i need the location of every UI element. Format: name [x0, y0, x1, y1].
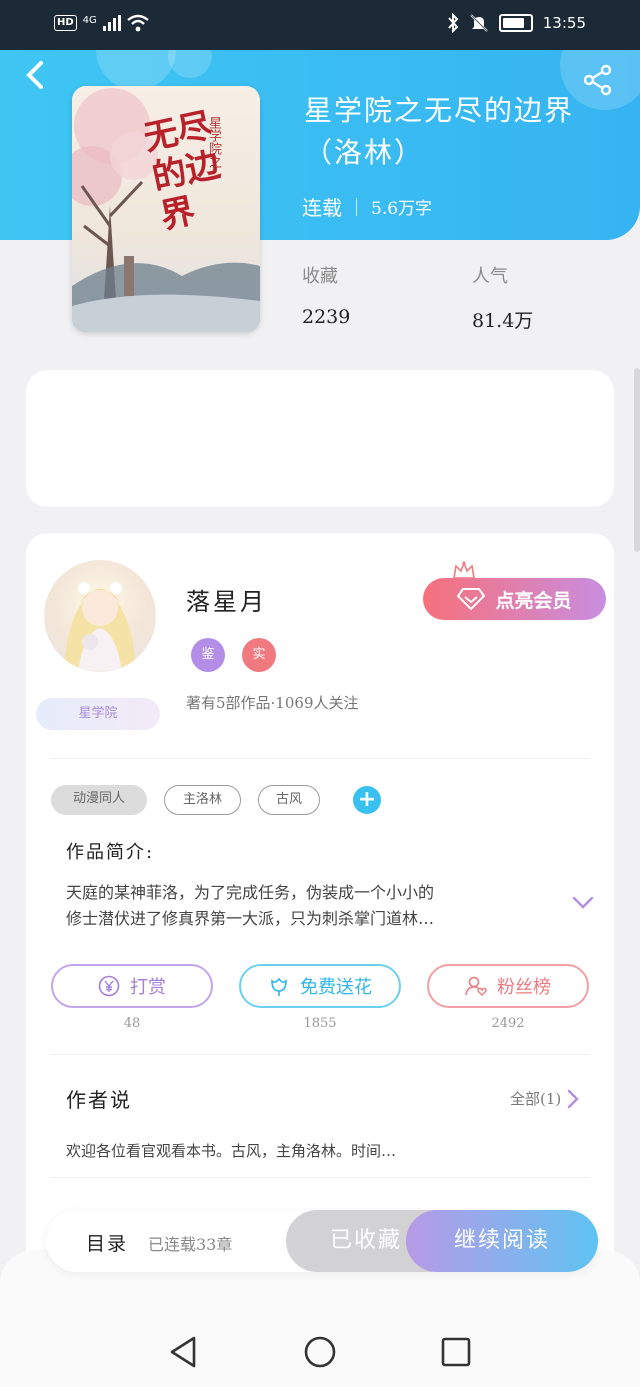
diamond-icon — [457, 588, 486, 611]
author-name[interactable]: 落星月 — [186, 582, 267, 617]
chevron-right-icon — [568, 1089, 579, 1108]
reward-button[interactable]: 打赏 — [51, 964, 213, 1008]
flower-icon — [271, 977, 287, 996]
wifi-icon — [127, 14, 149, 32]
add-tag-button[interactable]: + — [353, 786, 381, 814]
chevron-left-icon — [26, 61, 43, 89]
divider — [50, 1177, 590, 1178]
reward-label: 打赏 — [130, 977, 166, 998]
badge-jian: 鉴 — [191, 638, 225, 672]
word-count: 5.6万字 — [371, 199, 433, 219]
battery-fill — [502, 18, 525, 28]
chevron-down-icon[interactable] — [572, 896, 594, 910]
serial-status: 连载 — [302, 196, 342, 220]
bluetooth-icon — [448, 13, 459, 33]
badge-shi: 实 — [242, 638, 276, 672]
clock: 13:55 — [542, 14, 586, 32]
author-say-title: 作者说 — [66, 1088, 132, 1112]
mute-bell-icon — [470, 14, 488, 32]
book-meta: 连载 5.6万字 — [302, 192, 432, 221]
back-button[interactable] — [24, 60, 50, 94]
user-heart-icon — [465, 976, 487, 996]
collect-label: 收藏 — [302, 266, 338, 287]
popularity-label: 人气 — [472, 266, 508, 287]
flower-button[interactable]: 免费送花 — [239, 964, 401, 1008]
view-all-label: 全部(1) — [510, 1090, 562, 1108]
reward-count: 48 — [123, 1016, 141, 1031]
empty-card — [26, 370, 614, 507]
book-title: 星学院之无尽的边界（洛林） — [304, 94, 575, 169]
book-cover[interactable]: 星学院之 无尽的边界 — [72, 86, 260, 332]
meta-divider — [356, 197, 357, 216]
fans-button[interactable]: 粉丝榜 — [427, 964, 589, 1008]
decor-bubble — [168, 50, 212, 78]
fans-label: 粉丝榜 — [497, 977, 551, 998]
tag-item[interactable]: 主洛林 — [164, 785, 241, 815]
nav-back-icon[interactable] — [166, 1334, 202, 1370]
intro-line: 天庭的某神菲洛，为了完成任务，伪装成一个小小的 — [66, 883, 435, 902]
avatar[interactable] — [44, 560, 156, 672]
crown-icon — [453, 560, 475, 579]
signal-icon — [102, 15, 121, 31]
author-works-info: 著有5部作品·1069人关注 — [186, 694, 359, 712]
yen-coin-icon — [98, 975, 120, 997]
author-say-text[interactable]: 欢迎各位看官观看本书。古风，主角洛林。时间… — [66, 1140, 396, 1161]
continue-reading-button[interactable]: 继续阅读 — [406, 1210, 598, 1272]
collect-value: 2239 — [302, 306, 351, 328]
network-label: 4G — [82, 14, 97, 26]
flower-label: 免费送花 — [300, 977, 372, 998]
intro-text: 天庭的某神菲洛，为了完成任务，伪装成一个小小的 修士潜伏进了修真界第一大派，只为… — [66, 880, 556, 932]
status-left: HD 4G — [54, 14, 149, 32]
school-badge: 星学院 — [36, 698, 160, 730]
status-right: 13:55 — [447, 13, 586, 33]
collect-stat: 收藏 2239 — [302, 262, 350, 328]
view-all-link[interactable]: 全部(1) — [510, 1088, 579, 1109]
decor-bubble — [96, 50, 176, 90]
hd-badge: HD — [54, 15, 77, 31]
tag-item[interactable]: 古风 — [258, 785, 320, 815]
catalog-button[interactable]: 目录 — [86, 1229, 128, 1256]
fans-count: 2492 — [491, 1016, 525, 1031]
vip-label: 点亮会员 — [495, 589, 572, 612]
divider — [50, 758, 590, 759]
popularity-value: 81.4万 — [472, 310, 534, 332]
avatar-art — [64, 582, 136, 672]
nav-home-icon[interactable] — [302, 1334, 338, 1370]
flower-count: 1855 — [303, 1016, 337, 1031]
divider — [50, 1054, 590, 1055]
intro-title: 作品简介: — [66, 842, 155, 863]
battery-icon — [498, 14, 533, 32]
tag-item[interactable]: 动漫同人 — [51, 785, 147, 815]
scrollbar[interactable] — [634, 368, 640, 552]
vip-button[interactable]: 点亮会员 — [423, 578, 606, 620]
nav-recents-icon[interactable] — [438, 1334, 474, 1370]
intro-line: 修士潜伏进了修真界第一大派，只为刺杀掌门道林… — [66, 909, 435, 928]
popularity-stat: 人气 81.4万 — [472, 262, 533, 333]
chapters-count: 已连载33章 — [148, 1235, 233, 1254]
status-bar: HD 4G 13:55 — [0, 0, 640, 50]
